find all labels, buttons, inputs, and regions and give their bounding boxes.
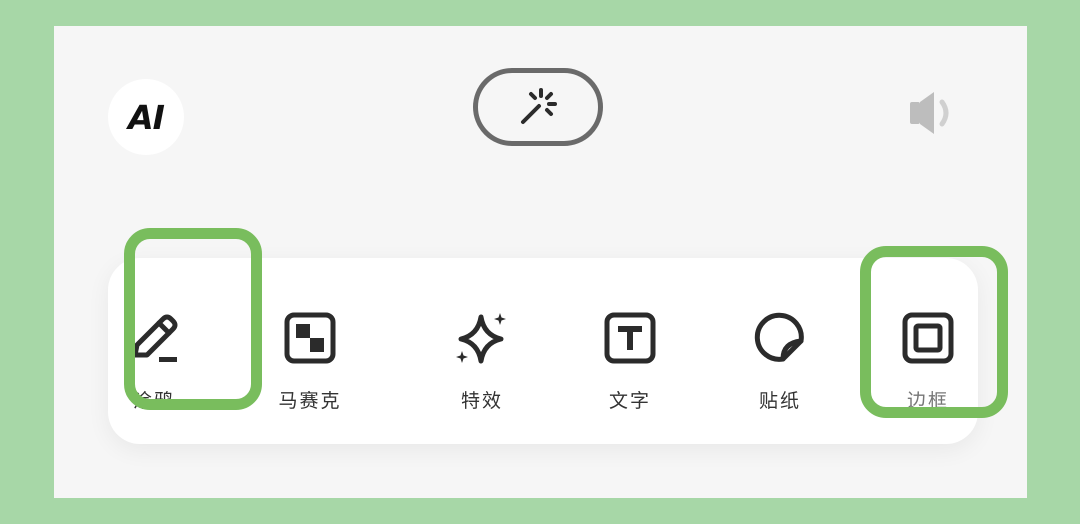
tool-label: 文字 — [608, 390, 651, 412]
tool-label: 贴纸 — [758, 390, 801, 412]
pencil-icon — [132, 314, 178, 362]
text-icon — [604, 312, 656, 364]
tool-label: 马赛克 — [278, 390, 342, 412]
mosaic-icon — [284, 312, 336, 364]
frame-icon — [902, 312, 954, 364]
tool-text[interactable]: 文字 — [570, 286, 690, 436]
tool-mosaic[interactable]: 马赛克 — [250, 286, 370, 436]
tool-sticker[interactable]: 贴纸 — [720, 286, 840, 436]
tool-frame[interactable]: 边框 — [868, 286, 988, 436]
sparkle-icon — [456, 313, 506, 364]
speaker-icon[interactable] — [908, 90, 958, 136]
tool-doodle[interactable]: 涂鸦 — [94, 286, 214, 436]
ai-label: AI — [128, 97, 165, 137]
sticker-icon — [754, 312, 804, 362]
editor-panel: AI 涂鸦 马赛克 特效 文字 贴纸 边框 — [54, 26, 1027, 498]
ai-button[interactable]: AI — [108, 79, 184, 155]
tool-label: 边框 — [906, 390, 949, 412]
magic-wand-icon — [521, 88, 557, 124]
magic-wand-button[interactable] — [473, 68, 603, 146]
toolbar — [108, 258, 978, 444]
tool-label: 涂鸦 — [132, 390, 175, 412]
tool-effects[interactable]: 特效 — [422, 286, 542, 436]
tool-label: 特效 — [460, 390, 503, 412]
